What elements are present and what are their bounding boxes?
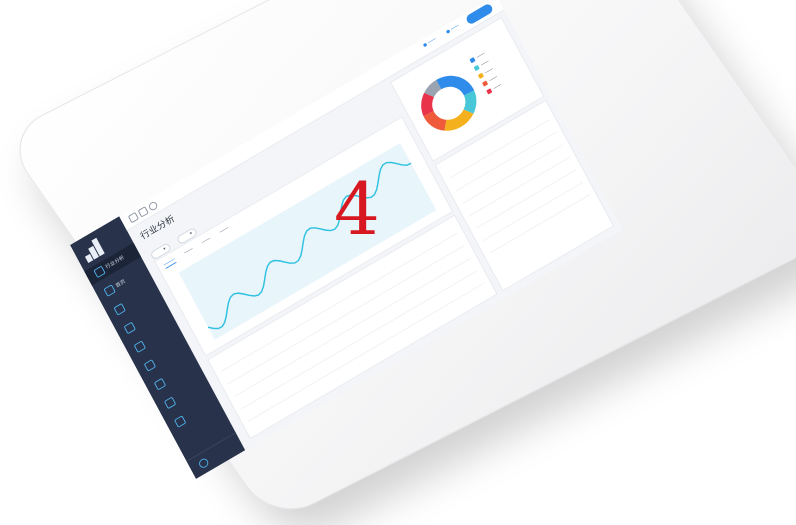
clock-icon [93, 265, 106, 279]
stage: 行业分析 首页 ● ─── ● ─── 行业分析 ▾ ▾ ──── ─── ──… [0, 0, 796, 525]
top-link-2[interactable]: ● ─── [445, 23, 460, 35]
menu-icon[interactable] [127, 211, 140, 224]
chart-icon [113, 302, 126, 316]
layers-icon [123, 321, 136, 335]
users-icon [143, 359, 157, 372]
top-link-1[interactable]: ● ─── [422, 37, 437, 49]
search-icon[interactable] [147, 200, 159, 212]
box-icon [133, 340, 147, 353]
document-icon [163, 396, 177, 410]
grid-icon [153, 377, 167, 391]
user-icon [197, 456, 210, 470]
link-icon [173, 415, 187, 428]
donut-chart [421, 75, 477, 131]
step-number: 4 [334, 167, 380, 251]
refresh-icon[interactable] [137, 206, 149, 218]
home-icon [103, 284, 116, 297]
